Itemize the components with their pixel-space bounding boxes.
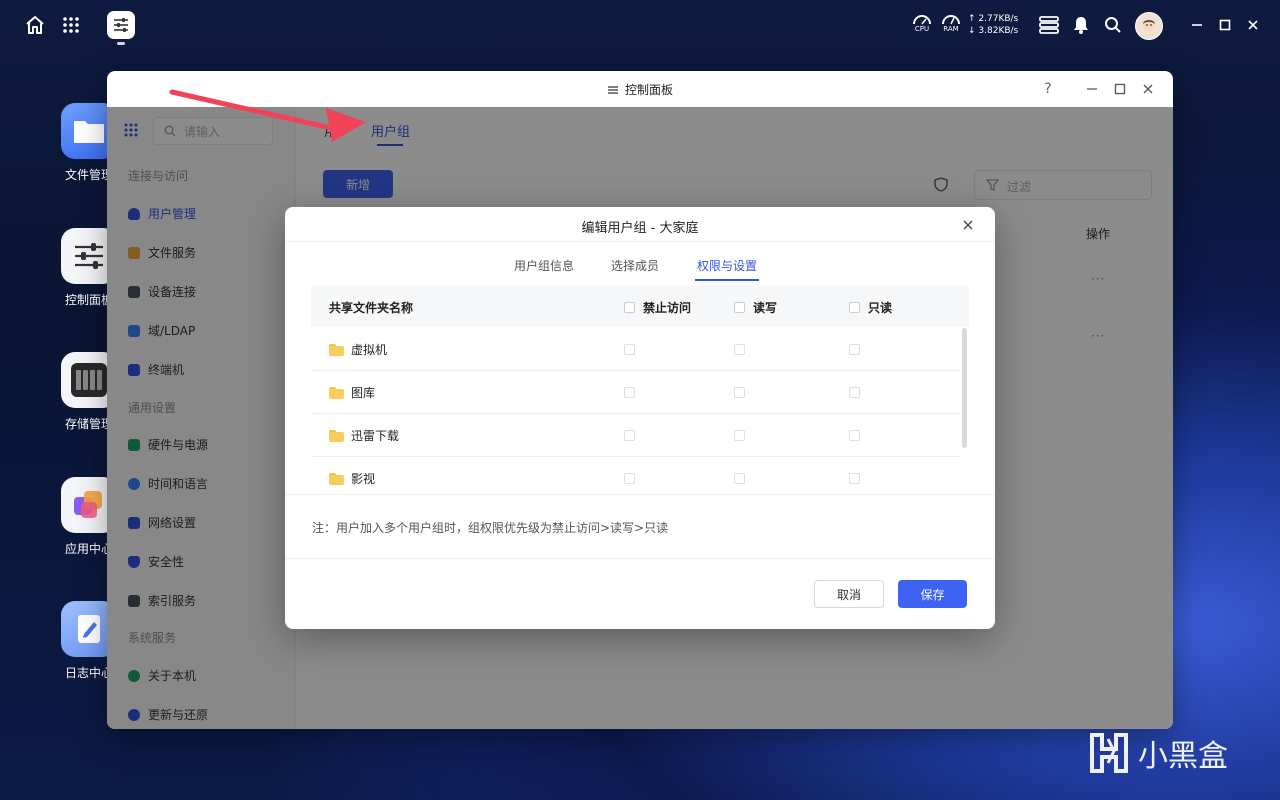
cancel-button[interactable]: 取消 [814, 580, 884, 608]
readonly-all-checkbox[interactable] [849, 302, 860, 313]
header-label: 禁止访问 [643, 301, 692, 315]
upload-speed: ↑ 2.77KB/s [968, 14, 1019, 24]
folder-icon [329, 429, 344, 442]
sliders-icon [607, 84, 619, 99]
taskbar-control-panel[interactable] [107, 11, 135, 39]
tab-select-members[interactable]: 选择成员 [611, 257, 659, 274]
readonly-checkbox[interactable] [849, 473, 860, 484]
table-row: 虚拟机 [311, 327, 961, 371]
dialog-close-button[interactable] [959, 216, 977, 234]
active-tab-indicator [695, 279, 759, 281]
header-label: 只读 [868, 301, 893, 315]
folder-label: 影视 [351, 472, 376, 486]
folder-icon [329, 386, 344, 399]
user-avatar[interactable] [1135, 12, 1163, 40]
deny-checkbox[interactable] [624, 344, 635, 355]
close-icon [963, 220, 973, 230]
home-icon[interactable] [22, 12, 48, 38]
minimize-all-icon[interactable] [1184, 12, 1210, 38]
readwrite-checkbox[interactable] [734, 344, 745, 355]
folder-icon [329, 472, 344, 485]
top-bar: CPU RAM ↑ 2.77KB/s ↓ 3.82KB/s [0, 0, 1280, 52]
readwrite-checkbox[interactable] [734, 430, 745, 441]
table-row: 图库 [311, 370, 961, 414]
server-status-icon[interactable] [1036, 12, 1062, 38]
permissions-table: 共享文件夹名称 禁止访问 读写 只读 虚拟机 图库 迅雷下载 影视 [311, 285, 969, 494]
column-header-readonly: 只读 [849, 299, 892, 316]
folder-name: 迅雷下载 [329, 427, 399, 444]
readonly-checkbox[interactable] [849, 430, 860, 441]
priority-note: 注：用户加入多个用户组时，组权限优先级为禁止访问>读写>只读 [312, 521, 669, 535]
folder-name: 影视 [329, 470, 375, 487]
window-titlebar[interactable]: 控制面板 ? [107, 71, 1173, 108]
app-grid-icon[interactable] [58, 12, 84, 38]
readwrite-all-checkbox[interactable] [734, 302, 745, 313]
readwrite-checkbox[interactable] [734, 473, 745, 484]
deny-all-checkbox[interactable] [624, 302, 635, 313]
window-title-text: 控制面板 [624, 83, 673, 97]
window-minimize-button[interactable] [1082, 79, 1102, 99]
folder-label: 虚拟机 [351, 343, 388, 357]
watermark-text: 小黑盒 [1138, 739, 1228, 774]
maximize-icon[interactable] [1212, 12, 1238, 38]
divider [285, 558, 995, 559]
dialog-title: 编辑用户组 - 大家庭 [581, 221, 699, 236]
window-title: 控制面板 [107, 81, 1173, 99]
ram-gauge[interactable]: RAM [939, 13, 963, 39]
readonly-checkbox[interactable] [849, 344, 860, 355]
save-button[interactable]: 保存 [898, 580, 967, 608]
deny-checkbox[interactable] [624, 387, 635, 398]
folder-name: 图库 [329, 384, 375, 401]
heybox-logo-icon [1090, 733, 1128, 773]
close-icon[interactable] [1240, 12, 1266, 38]
divider [285, 241, 995, 242]
column-header-deny: 禁止访问 [624, 299, 691, 316]
download-speed: ↓ 3.82KB/s [968, 26, 1019, 36]
table-scrollbar[interactable] [962, 328, 967, 448]
cpu-gauge[interactable]: CPU [910, 13, 934, 39]
table-header: 共享文件夹名称 禁止访问 读写 只读 [311, 285, 969, 327]
tab-group-info[interactable]: 用户组信息 [514, 257, 574, 274]
search-icon[interactable] [1100, 12, 1126, 38]
table-row: 影视 [311, 456, 961, 494]
edit-user-group-dialog: 编辑用户组 - 大家庭 用户组信息 选择成员 权限与设置 共享文件夹名称 禁止访… [285, 207, 995, 629]
column-header-folder: 共享文件夹名称 [329, 301, 414, 315]
folder-label: 迅雷下载 [351, 429, 400, 443]
bell-icon[interactable] [1068, 12, 1094, 38]
column-header-readwrite: 读写 [734, 299, 777, 316]
window-maximize-button[interactable] [1110, 79, 1130, 99]
deny-checkbox[interactable] [624, 473, 635, 484]
table-row: 迅雷下载 [311, 413, 961, 457]
help-button[interactable]: ? [1038, 79, 1058, 99]
folder-name: 虚拟机 [329, 341, 387, 358]
window-close-button[interactable] [1138, 79, 1158, 99]
cpu-label: CPU [914, 25, 930, 33]
divider [285, 494, 995, 495]
folder-icon [329, 343, 344, 356]
readwrite-checkbox[interactable] [734, 387, 745, 398]
active-app-indicator [117, 42, 125, 45]
watermark: 小黑盒 [1088, 731, 1228, 775]
ram-label: RAM [943, 25, 959, 33]
readonly-checkbox[interactable] [849, 387, 860, 398]
tab-permissions[interactable]: 权限与设置 [697, 257, 757, 274]
deny-checkbox[interactable] [624, 430, 635, 441]
header-label: 读写 [753, 301, 778, 315]
folder-label: 图库 [351, 386, 376, 400]
network-speed: ↑ 2.77KB/s ↓ 3.82KB/s [968, 13, 1018, 37]
